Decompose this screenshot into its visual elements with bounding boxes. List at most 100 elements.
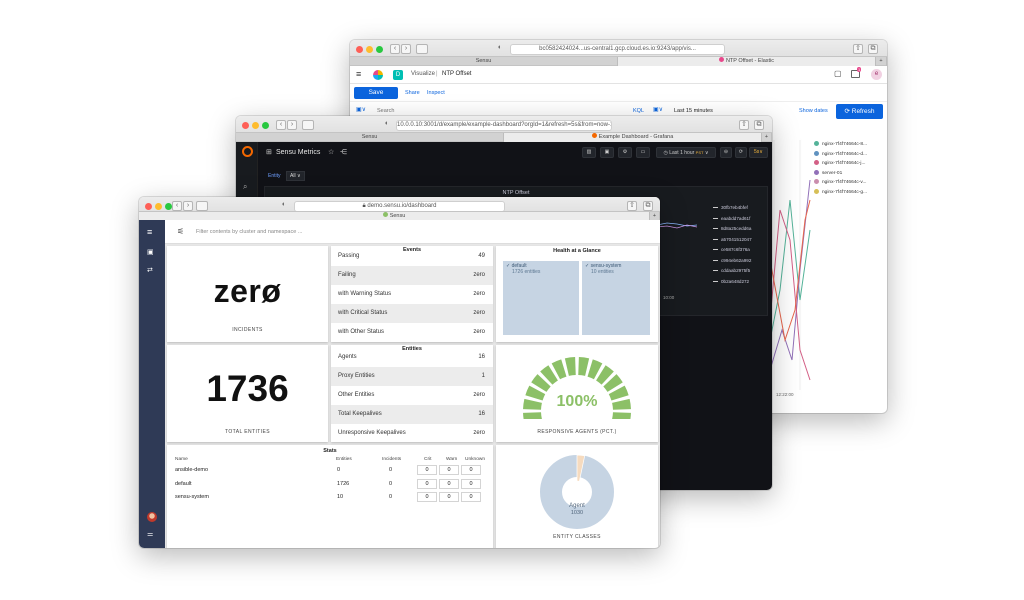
entities-row[interactable]: Unresponsive Keepalives zero — [331, 424, 493, 443]
zoom-window-button[interactable] — [262, 122, 269, 129]
stats-row[interactable]: ansible-demo 0 0 0 0 0 — [167, 464, 493, 477]
minimize-window-button[interactable] — [155, 203, 162, 210]
search-icon[interactable]: ⌕ — [243, 182, 247, 192]
legend-item[interactable]: 30fb7eb4bfef — [713, 205, 767, 216]
events-row[interactable]: with Other Status zero — [331, 323, 493, 342]
tab-sensu[interactable]: Sensu — [350, 57, 618, 66]
close-window-button[interactable] — [145, 203, 152, 210]
time-picker-button[interactable]: ◷ Last 1 hour PST ∨ — [656, 147, 716, 158]
entities-row[interactable]: Agents 16 — [331, 348, 493, 367]
back-icon[interactable]: ‹ — [276, 120, 286, 130]
save-dashboard-icon[interactable]: ▣ — [600, 147, 614, 158]
legend-item[interactable]: 8d8a25cedd6a — [713, 226, 767, 237]
sidebar-toggle-icon[interactable] — [416, 44, 428, 54]
back-icon[interactable]: ‹ — [172, 201, 182, 211]
show-dates-link[interactable]: Show dates — [799, 108, 828, 114]
legend-item[interactable]: c994eb62a992 — [713, 258, 767, 269]
time-zone-label: PST — [695, 150, 704, 155]
fullscreen-icon[interactable]: ▢ — [834, 69, 842, 78]
menu-icon[interactable]: ≡ — [147, 227, 152, 237]
legend-item[interactable]: nginx-7f4f74664c-j... — [814, 160, 884, 170]
entities-row[interactable]: Total Keepalives 16 — [331, 405, 493, 424]
stats-row[interactable]: default 1726 0 0 0 0 — [167, 478, 493, 491]
save-button[interactable]: Save — [354, 87, 398, 99]
breadcrumb-visualize[interactable]: Visualize — [411, 71, 435, 77]
tab-example-dashboard[interactable]: Example Dashboard - Grafana — [504, 133, 762, 142]
namespace-switch-icon[interactable]: ⇄ — [147, 266, 153, 274]
kql-toggle[interactable]: KQL — [633, 108, 644, 114]
new-tab-button[interactable]: + — [762, 133, 772, 142]
refresh-dashboard-icon[interactable]: ⟳ — [735, 147, 747, 158]
panel-title[interactable]: NTP Offset — [265, 190, 767, 196]
entity-variable-select[interactable]: All ∨ — [286, 171, 305, 181]
tabs-overview-icon[interactable]: ⧉ — [643, 201, 653, 211]
share-icon[interactable]: ⇧ — [627, 201, 637, 211]
star-icon[interactable]: ☆ — [328, 148, 334, 156]
grafana-logo-icon[interactable] — [242, 146, 253, 157]
legend-item[interactable]: server-01 — [814, 169, 884, 180]
events-row[interactable]: Failing zero — [331, 266, 493, 285]
sidebar-toggle-icon[interactable] — [302, 120, 314, 130]
share-icon[interactable]: ⇧ — [739, 120, 749, 130]
health-tile-sensu-system[interactable]: ✓ sensu-system 10 entities — [581, 260, 651, 336]
search-input[interactable]: Search — [377, 108, 394, 114]
dashboard-icon[interactable]: ▣ — [147, 248, 154, 256]
dashboards-grid-icon[interactable]: ⊞ — [266, 148, 272, 156]
share-icon[interactable]: ⇧ — [853, 44, 863, 54]
user-avatar[interactable] — [147, 512, 157, 522]
entities-row[interactable]: Other Entities zero — [331, 386, 493, 405]
minimize-window-button[interactable] — [366, 46, 373, 53]
zoom-window-button[interactable] — [376, 46, 383, 53]
settings-gear-icon[interactable]: ⚙ — [618, 147, 632, 158]
refresh-button[interactable]: ⟳ Refresh — [836, 104, 883, 119]
user-avatar[interactable]: e — [871, 69, 882, 80]
legend-item[interactable]: nginx-7f4f74664c-v... — [814, 179, 884, 189]
add-panel-icon[interactable]: ▥ — [582, 147, 596, 158]
legend-item[interactable]: nginx-7f4f74664c-g... — [814, 188, 884, 199]
events-row[interactable]: with Critical Status zero — [331, 304, 493, 323]
close-window-button[interactable] — [242, 122, 249, 129]
share-link[interactable]: Share — [405, 90, 420, 96]
entities-row[interactable]: Proxy Entities 1 — [331, 367, 493, 386]
health-tile-default[interactable]: ✓ default 1726 entities — [502, 260, 580, 336]
grafana-url-bar[interactable]: 10.0.0.10:3001/d/example/example-dashboa… — [396, 120, 612, 131]
tab-sensu[interactable]: Sensu — [236, 133, 504, 142]
legend-item[interactable]: a57041512047 — [713, 237, 767, 248]
time-range-label[interactable]: Last 15 minutes — [674, 108, 713, 114]
tabs-overview-icon[interactable]: ⧉ — [754, 120, 764, 130]
legend-item[interactable]: 0b2a648d272 — [713, 279, 767, 290]
dashboard-title[interactable]: Sensu Metrics — [276, 149, 320, 156]
legend-item[interactable]: cddaab2975f5 — [713, 268, 767, 279]
legend-item[interactable]: ce587c6f376a — [713, 247, 767, 258]
forward-icon[interactable]: › — [287, 120, 297, 130]
zoom-out-icon[interactable]: ⊖ — [720, 147, 732, 158]
legend-item[interactable]: nginx-7f4f74664c-d... — [814, 150, 884, 161]
filter-input[interactable]: Filter contents by cluster and namespace… — [196, 229, 302, 235]
space-avatar-icon[interactable]: D — [393, 70, 403, 80]
preferences-icon[interactable]: ⚌ — [147, 530, 153, 538]
zoom-window-button[interactable] — [165, 203, 172, 210]
legend-item[interactable]: nginx-7f4f74664c-8... — [814, 141, 884, 151]
date-picker-icon[interactable]: ▣∨ — [653, 106, 663, 113]
back-icon[interactable]: ‹ — [390, 44, 400, 54]
tabs-overview-icon[interactable]: ⧉ — [868, 44, 878, 54]
minimize-window-button[interactable] — [252, 122, 259, 129]
kibana-url-bar[interactable]: bc0582424024...us-central1.gcp.cloud.es.… — [510, 44, 725, 55]
tab-ntp-offset[interactable]: NTP Offset - Elastic — [618, 57, 876, 66]
inspect-link[interactable]: Inspect — [427, 90, 445, 96]
forward-icon[interactable]: › — [183, 201, 193, 211]
legend-item[interactable]: eaabdd7ad61f — [713, 216, 767, 227]
filter-icon[interactable]: ⚟ — [177, 227, 184, 236]
new-tab-button[interactable]: + — [876, 57, 887, 66]
sidebar-toggle-icon[interactable] — [196, 201, 208, 211]
forward-icon[interactable]: › — [401, 44, 411, 54]
events-row[interactable]: with Warning Status zero — [331, 285, 493, 304]
close-window-button[interactable] — [356, 46, 363, 53]
share-dashboard-icon[interactable]: ⋲ — [340, 148, 347, 156]
calendar-icon[interactable]: ▣∨ — [356, 106, 366, 113]
tv-mode-icon[interactable]: ▭ — [636, 147, 650, 158]
events-row[interactable]: Passing 49 — [331, 247, 493, 266]
stats-row[interactable]: sensu-system 10 0 0 0 0 — [167, 491, 493, 504]
menu-icon[interactable]: ≡ — [356, 69, 361, 79]
refresh-interval-select[interactable]: 5s∨ — [749, 147, 768, 158]
